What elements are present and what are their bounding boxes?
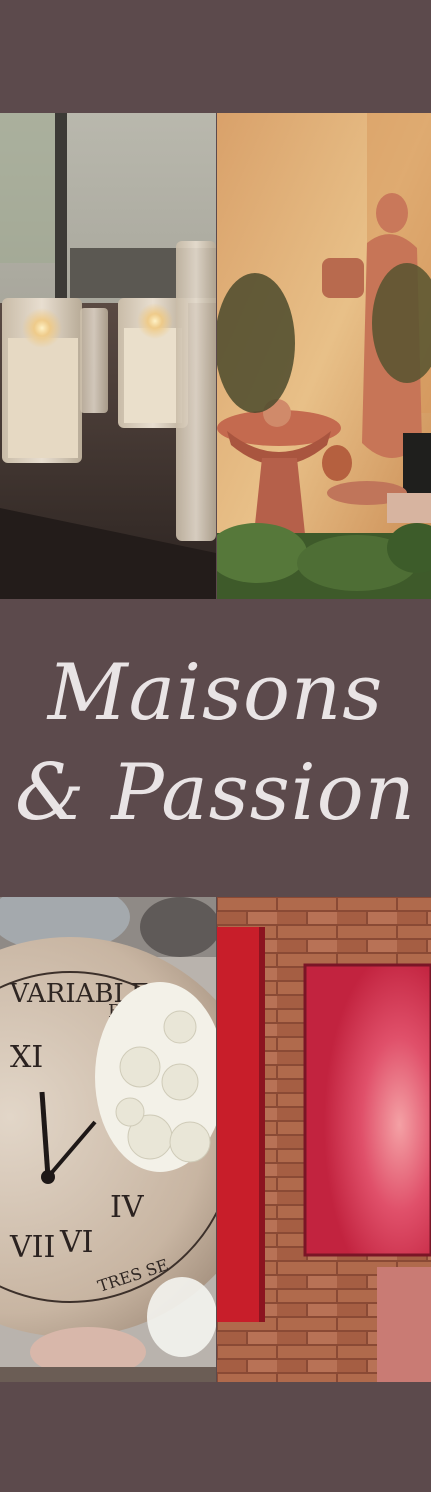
svg-text:VII: VII bbox=[9, 1230, 55, 1265]
title-block: Maisons & Passion bbox=[0, 600, 431, 896]
svg-text:IV: IV bbox=[110, 1190, 145, 1225]
candles-photo bbox=[0, 113, 216, 599]
brand-title-line-2: & Passion bbox=[15, 748, 416, 838]
garden-statue-photo bbox=[217, 113, 431, 599]
brand-title-line-1: Maisons bbox=[47, 648, 384, 738]
red-canvas-brick-wall-photo bbox=[217, 897, 431, 1382]
banner: Maisons & Passion VARIABLE TRES SE BE bbox=[0, 0, 431, 1492]
svg-text:XI: XI bbox=[10, 1040, 43, 1075]
svg-text:VI: VI bbox=[59, 1225, 94, 1260]
clock-roses-photo: VARIABLE TRES SE BE XI IV VII VI bbox=[0, 897, 216, 1382]
